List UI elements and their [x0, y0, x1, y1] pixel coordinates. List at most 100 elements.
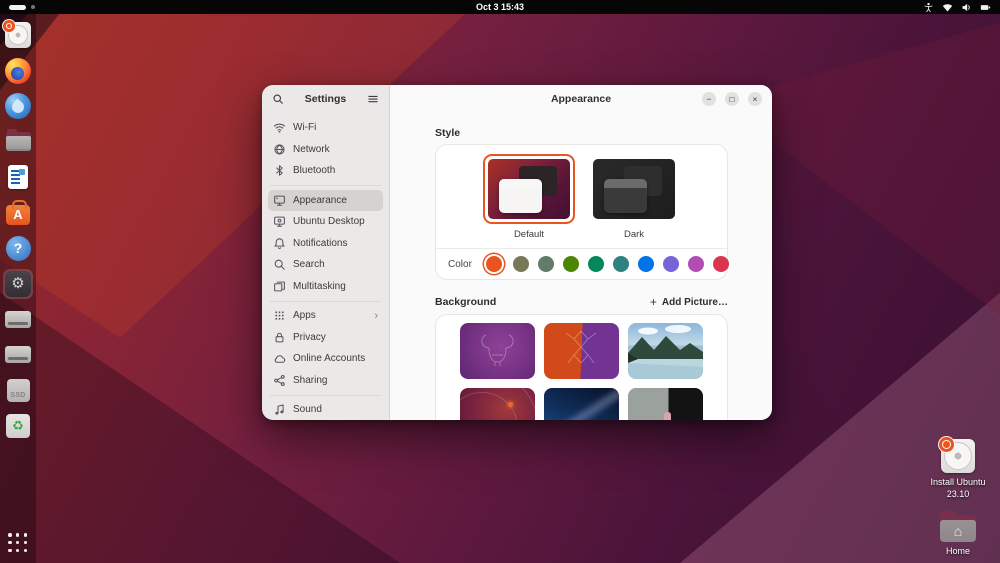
settings-main-panel: Appearance − □ × Style Default Dark Colo…: [390, 85, 772, 420]
dock-item-help[interactable]: ?: [3, 235, 33, 261]
sidebar-item-multitasking[interactable]: Multitasking: [268, 276, 383, 298]
accent-color-purple[interactable]: [662, 256, 679, 272]
dock-item-files[interactable]: [3, 129, 33, 155]
sidebar-item-label: Notifications: [293, 237, 348, 249]
dock-item-drive-1[interactable]: [3, 306, 33, 332]
style-option-label: Dark: [623, 229, 645, 240]
accent-color-red[interactable]: [712, 256, 729, 272]
background-section-title: Background: [435, 296, 497, 308]
inactive-workspace-dot: [31, 5, 35, 9]
desktop-icon-install-ubuntu[interactable]: Install Ubuntu 23.10: [930, 436, 986, 500]
sidebar-separator: [270, 394, 381, 396]
sidebar-item-label: Privacy: [293, 331, 326, 343]
dock-item-settings-active[interactable]: ⚙: [3, 268, 33, 299]
dock-item-install-ubuntu[interactable]: [2, 19, 33, 48]
system-tray[interactable]: [923, 0, 991, 14]
sidebar-item-online-accounts[interactable]: Online Accounts: [268, 348, 383, 370]
ssd-drive-icon: SSD: [6, 378, 30, 402]
primary-menu-button[interactable]: [366, 92, 380, 106]
accent-color-bark[interactable]: [512, 256, 529, 272]
wallpaper-thumbnail-milky-way[interactable]: [544, 388, 619, 420]
accent-color-prussian-green[interactable]: [612, 256, 629, 272]
background-grid-card: [435, 314, 728, 420]
dock-item-drive-2[interactable]: [3, 342, 33, 368]
minimize-button[interactable]: −: [702, 92, 716, 106]
dock-item-drive-ssd[interactable]: SSD: [3, 377, 33, 403]
sidebar-item-network[interactable]: Network: [268, 139, 383, 161]
add-picture-button[interactable]: + Add Picture…: [650, 295, 728, 309]
maximize-button[interactable]: □: [725, 92, 739, 106]
sidebar-item-sharing[interactable]: Sharing: [268, 370, 383, 392]
style-option-label: Default: [513, 229, 545, 240]
sidebar-item-label: Apps: [293, 310, 316, 322]
style-preview-dark: [588, 154, 680, 224]
active-app-highlight: ⚙: [3, 268, 33, 299]
dock-item-firefox[interactable]: [3, 57, 33, 84]
accent-color-blue[interactable]: [637, 256, 654, 272]
sidebar-item-privacy[interactable]: Privacy: [268, 327, 383, 349]
sidebar-separator: [270, 300, 381, 302]
wallpaper-thumbnail-numbat-figure[interactable]: [628, 388, 703, 420]
default-style-thumbnail: [488, 159, 570, 219]
dock-item-app-center[interactable]: A: [3, 199, 33, 226]
wallpaper-thumbnail-ubuntu-circles-maroon[interactable]: [460, 388, 535, 420]
sidebar-item-notifications[interactable]: Notifications: [268, 233, 383, 255]
settings-scroll-area[interactable]: Style Default Dark Color Background + Ad…: [390, 113, 772, 420]
background-section-header: Background + Add Picture…: [435, 295, 728, 309]
sidebar-item-label: Bluetooth: [293, 165, 336, 177]
home-folder-icon: ⌂: [940, 510, 976, 542]
clock-menu[interactable]: Oct 3 15:43: [476, 2, 524, 12]
desktop-icon-home[interactable]: ⌂ Home: [940, 510, 976, 557]
search-button[interactable]: [271, 92, 285, 106]
firefox-icon: [5, 57, 31, 84]
mini-window-front: [499, 179, 542, 213]
sidebar-item-bluetooth[interactable]: Bluetooth: [268, 160, 383, 182]
cloud-icon: [274, 355, 286, 364]
workspace-indicator[interactable]: [9, 0, 35, 14]
accessibility-icon: [924, 2, 933, 12]
mountain-lake-scene: [628, 325, 703, 379]
thunderbird-icon: [5, 93, 31, 119]
dock-item-thunderbird[interactable]: [3, 93, 33, 119]
ubuntu-badge-icon: [937, 436, 955, 454]
share-icon: [274, 374, 285, 386]
settings-gear-icon: ⚙: [5, 270, 31, 297]
desktop-icon-label: Home: [945, 545, 970, 556]
style-option-default[interactable]: Default: [483, 154, 575, 240]
show-applications-button[interactable]: [8, 533, 28, 553]
sidebar-item-sound[interactable]: Sound: [268, 399, 383, 420]
sidebar-item-apps[interactable]: Apps ›: [268, 305, 383, 327]
close-button[interactable]: ×: [748, 92, 762, 106]
network-icon: [274, 144, 285, 155]
style-option-dark[interactable]: Dark: [588, 154, 680, 240]
sidebar-title: Settings: [304, 93, 347, 105]
sidebar-item-wifi[interactable]: Wi-Fi: [268, 117, 383, 139]
dock-item-trash[interactable]: ♻: [3, 413, 33, 439]
mini-window-front: [604, 179, 647, 213]
sidebar-item-ubuntu-desktop[interactable]: Ubuntu Desktop: [268, 211, 383, 233]
libreoffice-writer-icon: [8, 165, 28, 189]
help-icon: ?: [5, 235, 31, 261]
wallpaper-thumbnail-mantic-minotaur-purple[interactable]: [460, 323, 535, 379]
sidebar-item-label: Appearance: [293, 194, 347, 206]
accent-color-orange[interactable]: [485, 256, 502, 272]
battery-icon: [980, 4, 991, 10]
window-headerbar: Appearance − □ ×: [390, 85, 772, 113]
accent-color-magenta[interactable]: [687, 256, 704, 272]
bluetooth-icon: [276, 165, 283, 176]
wallpaper-thumbnail-mantic-minotaur-split[interactable]: [544, 323, 619, 379]
sidebar-item-search[interactable]: Search: [268, 254, 383, 276]
sidebar-item-appearance[interactable]: Appearance: [268, 189, 383, 211]
sidebar-item-label: Search: [293, 259, 325, 271]
dark-style-thumbnail: [593, 159, 675, 219]
ubuntu-installer-icon: [2, 19, 31, 48]
accent-color-olive[interactable]: [562, 256, 579, 272]
wallpaper-thumbnail-mountain-lake[interactable]: [628, 323, 703, 379]
accent-color-viridian[interactable]: [587, 256, 604, 272]
sidebar-item-label: Sharing: [293, 374, 328, 386]
desktop-icon-label: Install Ubuntu 23.10: [930, 477, 986, 499]
style-card: Default Dark Color: [435, 144, 729, 280]
minotaur-outline: [481, 334, 514, 366]
accent-color-sage[interactable]: [537, 256, 554, 272]
dock-item-libreoffice-writer[interactable]: [3, 164, 33, 190]
